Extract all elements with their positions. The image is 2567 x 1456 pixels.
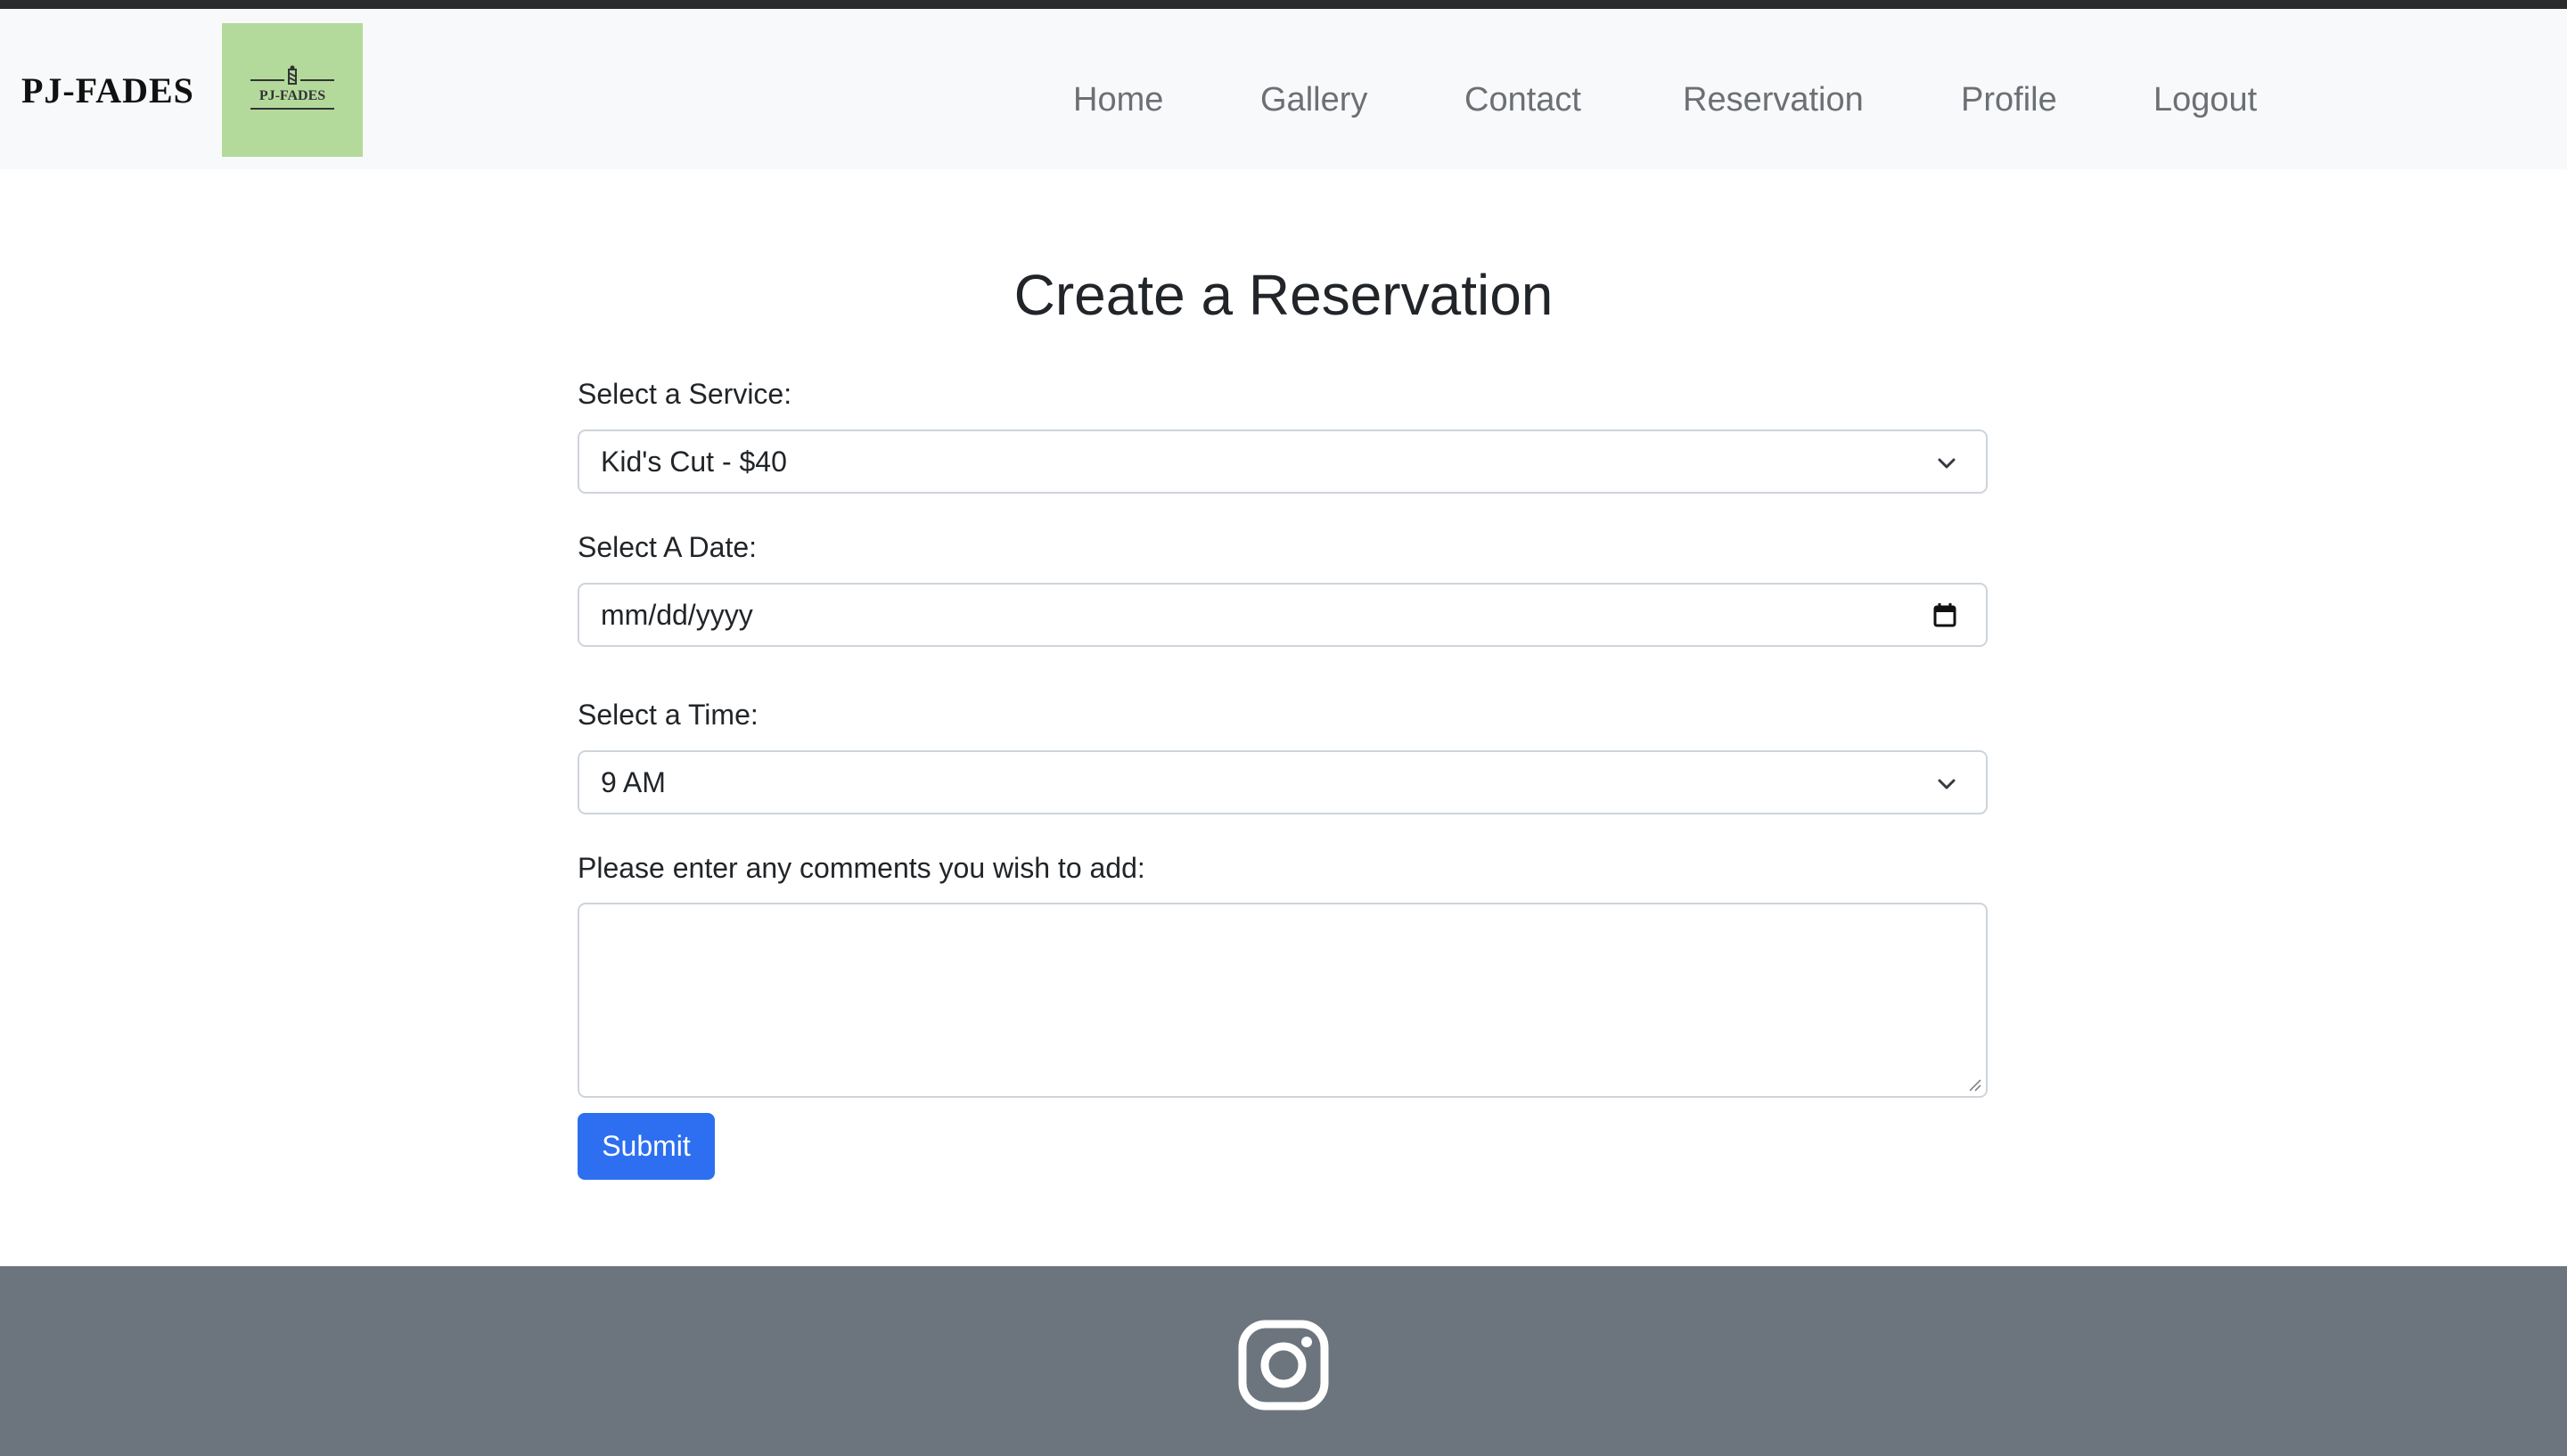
instagram-icon[interactable] xyxy=(1238,1320,1329,1411)
resize-handle-icon[interactable] xyxy=(1966,1076,1982,1092)
main-nav: Home Gallery Contact Reservation Profile… xyxy=(0,73,2567,127)
nav-logout-link[interactable]: Logout xyxy=(2153,73,2257,127)
service-selected-value: Kid's Cut - $40 xyxy=(601,446,787,478)
submit-button[interactable]: Submit xyxy=(578,1113,715,1180)
nav-reservation-link[interactable]: Reservation xyxy=(1683,73,1864,127)
nav-profile-link[interactable]: Profile xyxy=(1961,73,2057,127)
footer xyxy=(0,1266,2567,1456)
service-select[interactable]: Kid's Cut - $40 xyxy=(578,429,1988,494)
calendar-icon[interactable] xyxy=(1931,601,1959,629)
time-selected-value: 9 AM xyxy=(601,766,666,798)
time-label: Select a Time: xyxy=(578,699,759,731)
chevron-down-icon xyxy=(1938,779,1956,789)
nav-contact-link[interactable]: Contact xyxy=(1464,73,1581,127)
comments-textarea[interactable] xyxy=(578,903,1988,1098)
nav-gallery-link[interactable]: Gallery xyxy=(1260,73,1367,127)
date-placeholder: mm/dd/yyyy xyxy=(601,599,753,631)
nav-home-link[interactable]: Home xyxy=(1073,73,1163,127)
comments-label: Please enter any comments you wish to ad… xyxy=(578,852,1145,884)
time-select[interactable]: 9 AM xyxy=(578,750,1988,814)
top-border xyxy=(0,0,2567,9)
date-input[interactable]: mm/dd/yyyy xyxy=(578,583,1988,647)
chevron-down-icon xyxy=(1938,458,1956,469)
date-label: Select A Date: xyxy=(578,531,758,563)
page-title: Create a Reservation xyxy=(1013,263,1554,327)
navbar: PJ-FADES PJ-FADES Home Gallery Contact R… xyxy=(0,9,2567,169)
service-label: Select a Service: xyxy=(578,378,792,410)
